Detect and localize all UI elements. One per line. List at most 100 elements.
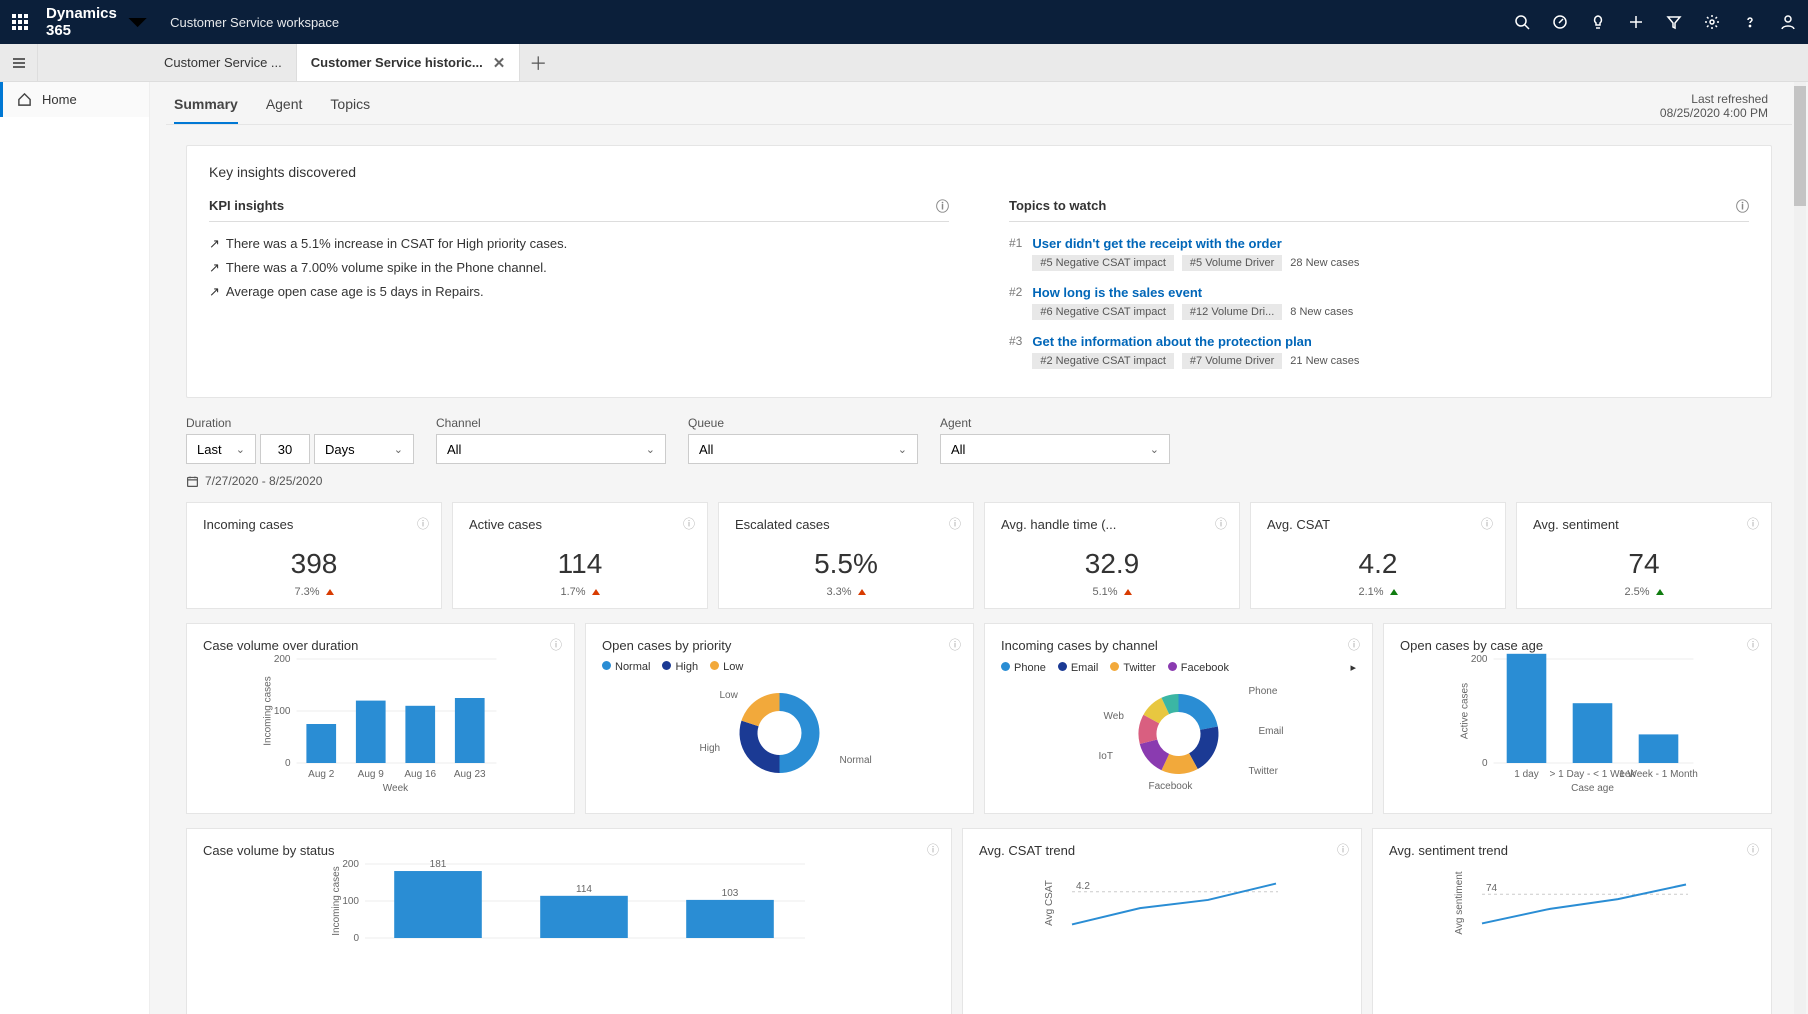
kpi-tile: Avg. CSAT ⓘ 4.2 2.1% bbox=[1250, 502, 1506, 609]
svg-text:Web: Web bbox=[1104, 711, 1125, 722]
svg-text:Low: Low bbox=[720, 690, 739, 701]
info-icon[interactable]: ⓘ bbox=[1348, 636, 1360, 653]
app-launcher-icon[interactable] bbox=[12, 14, 28, 30]
site-menu-toggle[interactable] bbox=[0, 44, 38, 81]
topic-row: #1 User didn't get the receipt with the … bbox=[1009, 232, 1749, 281]
target-icon[interactable] bbox=[1552, 14, 1568, 30]
topic-tag: #7 Volume Driver bbox=[1182, 353, 1282, 369]
close-icon[interactable]: ✕ bbox=[493, 54, 506, 72]
chart-legend: NormalHighLow bbox=[602, 661, 957, 673]
topic-tag: #6 Negative CSAT impact bbox=[1032, 304, 1174, 320]
chevron-down-icon bbox=[123, 7, 152, 36]
kpi-value: 74 bbox=[1533, 548, 1755, 580]
tab-topics[interactable]: Topics bbox=[330, 96, 370, 124]
add-tab-button[interactable]: ＋ bbox=[520, 44, 556, 81]
kpi-insight-row: ↗Average open case age is 5 days in Repa… bbox=[209, 280, 949, 304]
info-icon[interactable]: ⓘ bbox=[683, 515, 695, 532]
kpi-title: Active cases bbox=[469, 517, 691, 532]
topic-tag: #5 Negative CSAT impact bbox=[1032, 255, 1174, 271]
tab-customer-service[interactable]: Customer Service ... bbox=[150, 44, 297, 81]
kpi-title: Incoming cases bbox=[203, 517, 425, 532]
search-icon[interactable] bbox=[1514, 14, 1530, 30]
topic-link[interactable]: Get the information about the protection… bbox=[1032, 334, 1749, 349]
info-icon[interactable]: ⓘ bbox=[936, 196, 949, 215]
kpi-delta: 2.5% bbox=[1533, 586, 1755, 598]
duration-num-input[interactable]: 30 bbox=[260, 434, 310, 464]
channel-select[interactable]: All⌄ bbox=[436, 434, 666, 464]
nav-home[interactable]: Home bbox=[0, 82, 149, 117]
info-icon[interactable]: ⓘ bbox=[1337, 841, 1349, 858]
report-tabs: Summary Agent Topics bbox=[166, 82, 1792, 125]
scrollbar-thumb[interactable] bbox=[1794, 86, 1806, 206]
app-name[interactable]: Dynamics 365 bbox=[46, 5, 152, 39]
info-icon[interactable]: ⓘ bbox=[1747, 636, 1759, 653]
duration-unit-select[interactable]: Days⌄ bbox=[314, 434, 414, 464]
topic-rank: #3 bbox=[1009, 334, 1022, 348]
kpi-tile: Avg. handle time (... ⓘ 32.9 5.1% bbox=[984, 502, 1240, 609]
chart-case-volume-duration: Case volume over durationⓘ 0100200Aug 2A… bbox=[186, 623, 575, 814]
chart-avg-csat-trend: Avg. CSAT trendⓘ Avg CSAT4.2 bbox=[962, 828, 1362, 1014]
topics-column: Topics to watchⓘ #1 User didn't get the … bbox=[1009, 196, 1749, 379]
svg-text:Aug 9: Aug 9 bbox=[358, 769, 385, 780]
tab-customer-service-historic[interactable]: Customer Service historic... ✕ bbox=[297, 44, 521, 81]
charts-row-1: Case volume over durationⓘ 0100200Aug 2A… bbox=[186, 623, 1772, 814]
agent-select[interactable]: All⌄ bbox=[940, 434, 1170, 464]
navbar-actions bbox=[1514, 14, 1796, 30]
svg-text:Active cases: Active cases bbox=[1460, 683, 1471, 739]
info-icon[interactable]: ⓘ bbox=[949, 515, 961, 532]
filter-icon[interactable] bbox=[1666, 14, 1682, 30]
calendar-icon bbox=[186, 475, 199, 488]
topic-new-cases: 28 New cases bbox=[1290, 257, 1359, 269]
legend-item: Twitter bbox=[1110, 662, 1155, 674]
svg-text:200: 200 bbox=[274, 654, 291, 665]
svg-text:Email: Email bbox=[1259, 726, 1284, 737]
kpi-insight-row: ↗There was a 7.00% volume spike in the P… bbox=[209, 256, 949, 280]
legend-more-icon[interactable]: ▸ bbox=[1350, 661, 1356, 674]
kpi-delta: 1.7% bbox=[469, 586, 691, 598]
tab-agent[interactable]: Agent bbox=[266, 96, 303, 124]
info-icon[interactable]: ⓘ bbox=[550, 636, 562, 653]
kpi-value: 398 bbox=[203, 548, 425, 580]
info-icon[interactable]: ⓘ bbox=[417, 515, 429, 532]
gear-icon[interactable] bbox=[1704, 14, 1720, 30]
topic-tag: #12 Volume Dri... bbox=[1182, 304, 1282, 320]
info-icon[interactable]: ⓘ bbox=[1747, 841, 1759, 858]
info-icon[interactable]: ⓘ bbox=[949, 636, 961, 653]
charts-row-2: Case volume by statusⓘ 0100200181114103I… bbox=[186, 828, 1772, 1014]
kpi-insight-row: ↗There was a 5.1% increase in CSAT for H… bbox=[209, 232, 949, 256]
help-icon[interactable] bbox=[1742, 14, 1758, 30]
svg-text:114: 114 bbox=[576, 884, 592, 895]
trend-arrow-icon: ↗ bbox=[209, 284, 220, 300]
info-icon[interactable]: ⓘ bbox=[927, 841, 939, 858]
info-icon[interactable]: ⓘ bbox=[1736, 196, 1749, 215]
kpi-tile: Escalated cases ⓘ 5.5% 3.3% bbox=[718, 502, 974, 609]
add-icon[interactable] bbox=[1628, 14, 1644, 30]
chart-incoming-by-channel: Incoming cases by channelⓘ PhoneEmailTwi… bbox=[984, 623, 1373, 814]
info-icon[interactable]: ⓘ bbox=[1215, 515, 1227, 532]
svg-text:0: 0 bbox=[353, 933, 359, 944]
tab-summary[interactable]: Summary bbox=[174, 96, 238, 124]
svg-text:Twitter: Twitter bbox=[1249, 766, 1279, 777]
svg-text:200: 200 bbox=[1471, 654, 1488, 665]
topic-link[interactable]: How long is the sales event bbox=[1032, 285, 1749, 300]
kpi-tiles-row: Incoming cases ⓘ 398 7.3%Active cases ⓘ … bbox=[186, 502, 1772, 609]
profile-icon[interactable] bbox=[1780, 14, 1796, 30]
trend-arrow-icon: ↗ bbox=[209, 260, 220, 276]
svg-text:100: 100 bbox=[342, 896, 359, 907]
kpi-value: 4.2 bbox=[1267, 548, 1489, 580]
svg-text:1 Week - 1 Month: 1 Week - 1 Month bbox=[1619, 769, 1698, 780]
lightbulb-icon[interactable] bbox=[1590, 14, 1606, 30]
svg-text:181: 181 bbox=[430, 859, 447, 870]
info-icon[interactable]: ⓘ bbox=[1747, 515, 1759, 532]
topic-link[interactable]: User didn't get the receipt with the ord… bbox=[1032, 236, 1749, 251]
kpi-value: 32.9 bbox=[1001, 548, 1223, 580]
kpi-delta: 2.1% bbox=[1267, 586, 1489, 598]
kpi-value: 114 bbox=[469, 548, 691, 580]
queue-select[interactable]: All⌄ bbox=[688, 434, 918, 464]
date-range-display: 7/27/2020 - 8/25/2020 bbox=[186, 474, 414, 488]
key-insights-card: Key insights discovered KPI insightsⓘ ↗T… bbox=[186, 145, 1772, 398]
info-icon[interactable]: ⓘ bbox=[1481, 515, 1493, 532]
vertical-scrollbar[interactable] bbox=[1794, 82, 1806, 1014]
kpi-title: Avg. CSAT bbox=[1267, 517, 1489, 532]
duration-rel-select[interactable]: Last⌄ bbox=[186, 434, 256, 464]
